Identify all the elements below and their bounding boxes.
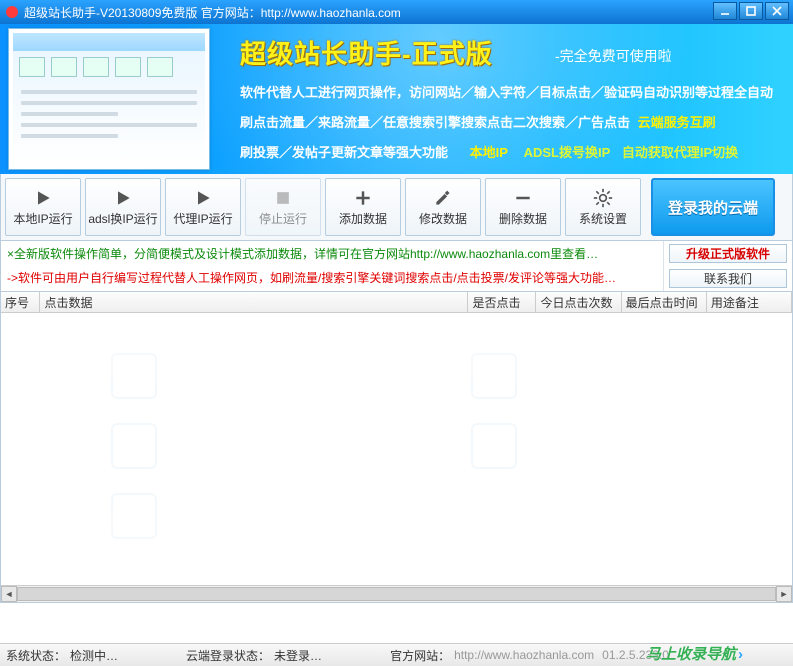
window-title: 超级站长助手-V20130809免费版 官方网站：http://www.haoz… (24, 4, 401, 21)
edit-icon (432, 188, 454, 208)
run-adsl-button[interactable]: adsl换IP运行 (85, 178, 161, 236)
column-header-data[interactable]: 点击数据 (40, 292, 468, 312)
status-bar: 系统状态： 检测中… 云端登录状态： 未登录… 官方网站： http://www… (0, 643, 793, 666)
banner-line-3: 刷投票／发帖子更新文章等强大功能 本地IP ADSL拨号换IP 自动获取代理IP… (240, 142, 781, 161)
play-icon (32, 188, 54, 208)
toolbar-label: adsl换IP运行 (88, 210, 157, 227)
add-data-button[interactable]: 添加数据 (325, 178, 401, 236)
grid-header: 序号点击数据是否点击今日点击次数最后点击时间用途备注 (1, 292, 792, 313)
message-panel: ×全新版软件操作简单，分简便模式及设计模式添加数据，详情可在官方网站http:/… (0, 241, 793, 292)
maximize-button[interactable] (739, 2, 763, 20)
toolbar-label: 本地IP运行 (13, 210, 72, 227)
title-bar: 超级站长助手-V20130809免费版 官方网站：http://www.haoz… (0, 0, 793, 24)
plus-icon (352, 188, 374, 208)
stop-icon (272, 188, 294, 208)
site-value[interactable]: http://www.haozhanla.com (454, 648, 594, 662)
play-icon (112, 188, 134, 208)
minimize-button[interactable] (713, 2, 737, 20)
horizontal-scrollbar[interactable]: ◄ ► (1, 585, 792, 602)
cloud-status-label: 云端登录状态： (186, 647, 270, 664)
grid-body[interactable] (1, 313, 792, 585)
hero-banner: 超级站长助手-正式版 -完全免费可使用啦 软件代替人工进行网页操作，访问网站／输… (0, 24, 793, 174)
info-message-red: ->软件可由用户自行编写过程代替人工操作网页，如刷流量/搜索引擎关键词搜索点击/… (7, 269, 657, 287)
column-header-today[interactable]: 今日点击次数 (536, 292, 621, 312)
toolbar-label: 代理IP运行 (173, 210, 232, 227)
toolbar-label: 停止运行 (259, 210, 307, 227)
settings-button[interactable]: 系统设置 (565, 178, 641, 236)
screenshot-thumbnail (8, 28, 210, 170)
sys-status-label: 系统状态： (6, 647, 66, 664)
banner-line-2: 刷点击流量／来路流量／任意搜索引擎搜索点击二次搜索／广告点击 云端服务互刷 (240, 112, 781, 131)
banner-line-1: 软件代替人工进行网页操作，访问网站／输入字符／目标点击／验证码自动识别等过程全自… (240, 82, 781, 101)
scroll-right-icon[interactable]: ► (776, 586, 792, 602)
banner-title: 超级站长助手-正式版 (240, 34, 493, 71)
run-local-ip-button[interactable]: 本地IP运行 (5, 178, 81, 236)
column-header-seq[interactable]: 序号 (1, 292, 40, 312)
column-header-clicked[interactable]: 是否点击 (468, 292, 536, 312)
site-label: 官方网站： (390, 647, 450, 664)
toolbar-label: 添加数据 (339, 210, 387, 227)
cloud-login-button[interactable]: 登录我的云端 (651, 178, 775, 236)
column-header-note[interactable]: 用途备注 (707, 292, 792, 312)
blank-area (0, 603, 793, 643)
data-grid: 序号点击数据是否点击今日点击次数最后点击时间用途备注 ◄ ► (0, 292, 793, 603)
delete-data-button[interactable]: 删除数据 (485, 178, 561, 236)
toolbar-label: 修改数据 (419, 210, 467, 227)
contact-button[interactable]: 联系我们 (669, 269, 787, 288)
main-toolbar: 本地IP运行 adsl换IP运行代理IP运行 停止运行 添加数据 修改数据 删除数据 系统设… (0, 174, 793, 241)
sys-status-value: 检测中… (70, 647, 118, 664)
play-icon (192, 188, 214, 208)
toolbar-label: 删除数据 (499, 210, 547, 227)
close-button[interactable] (765, 2, 789, 20)
banner-subtitle: -完全免费可使用啦 (555, 46, 672, 66)
nav-brand: 马上收录导航› (646, 643, 743, 664)
info-message-green: ×全新版软件操作简单，分简便模式及设计模式添加数据，详情可在官方网站http:/… (7, 245, 657, 263)
gear-icon (592, 188, 614, 208)
run-proxy-button[interactable]: 代理IP运行 (165, 178, 241, 236)
app-icon (6, 6, 18, 18)
cloud-status-value: 未登录… (274, 647, 322, 664)
upgrade-button[interactable]: 升级正式版软件 (669, 244, 787, 263)
stop-button[interactable]: 停止运行 (245, 178, 321, 236)
toolbar-label: 系统设置 (579, 210, 627, 227)
scroll-left-icon[interactable]: ◄ (1, 586, 17, 602)
window-buttons (713, 2, 789, 20)
edit-data-button[interactable]: 修改数据 (405, 178, 481, 236)
minus-icon (512, 188, 534, 208)
column-header-last[interactable]: 最后点击时间 (622, 292, 707, 312)
